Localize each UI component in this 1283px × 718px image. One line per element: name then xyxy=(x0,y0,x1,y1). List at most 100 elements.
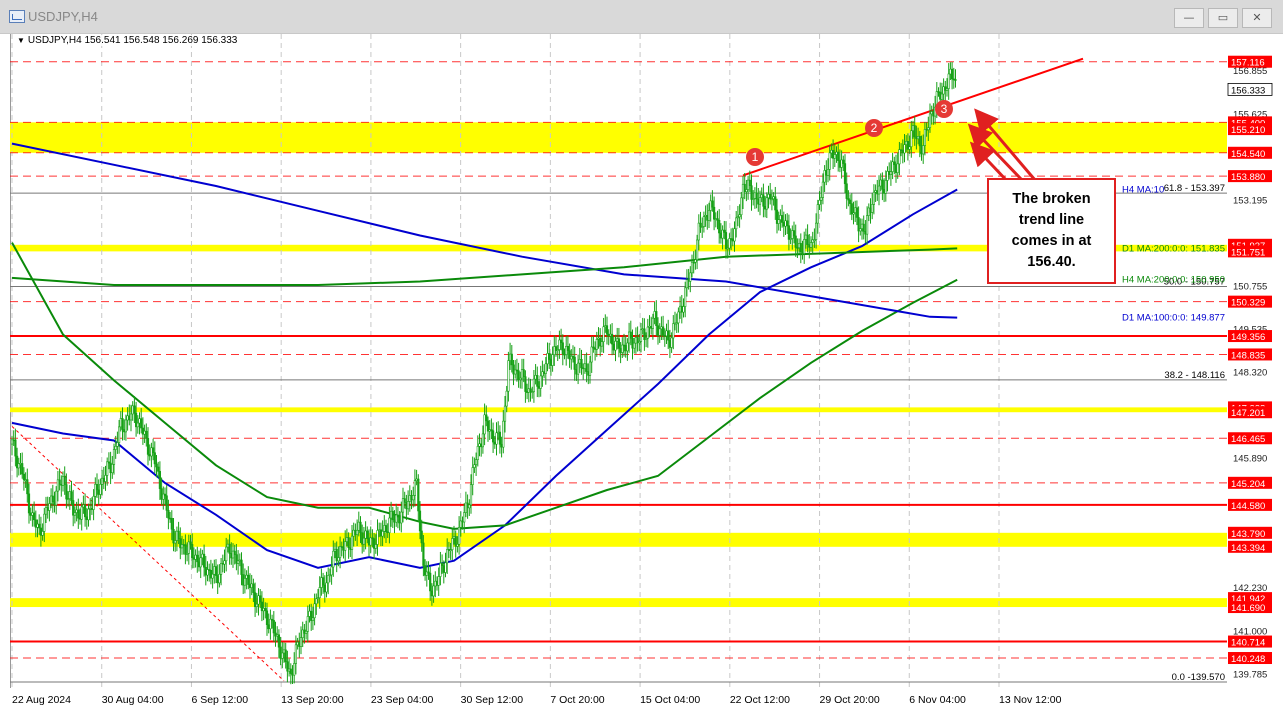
candle-body xyxy=(440,562,444,566)
candle-body xyxy=(325,582,328,593)
candle-body xyxy=(34,519,37,528)
candle-body xyxy=(150,447,153,457)
candle-body xyxy=(114,446,117,450)
candle-body xyxy=(306,616,309,632)
candle-body xyxy=(352,529,355,537)
candle-body xyxy=(639,329,643,342)
candle-body xyxy=(711,200,714,208)
candle-body xyxy=(622,344,626,347)
x-tick-label-3: 13 Sep 20:00 xyxy=(281,694,344,706)
price-tag-8: 149.356 xyxy=(1231,332,1265,343)
candle-body xyxy=(600,341,603,347)
candle-body xyxy=(123,429,126,433)
candle-body xyxy=(740,197,743,216)
candle-body xyxy=(209,570,213,579)
candle-body xyxy=(478,443,481,447)
candle-body xyxy=(463,512,466,523)
candle-body xyxy=(570,355,573,360)
candle-body xyxy=(371,537,374,540)
candle-body xyxy=(497,431,500,434)
candle-body xyxy=(704,215,707,217)
candle-body xyxy=(670,337,673,348)
candle-body xyxy=(568,350,571,360)
candle-body xyxy=(437,576,440,586)
candle-body xyxy=(145,430,148,439)
candle-body xyxy=(226,543,230,548)
candle-body xyxy=(427,571,430,574)
x-tick-label-5: 30 Sep 12:00 xyxy=(461,694,524,706)
candle-body xyxy=(116,442,119,447)
candle-body xyxy=(668,339,671,348)
candle-body xyxy=(89,507,92,510)
candle-body xyxy=(616,338,619,342)
candle-body xyxy=(442,565,445,573)
candle-body xyxy=(741,183,745,199)
candle-body xyxy=(378,529,381,532)
candle-body xyxy=(947,73,950,89)
candle-body xyxy=(772,196,775,200)
candle-body xyxy=(22,473,26,481)
candle-body xyxy=(182,544,185,546)
candle-body xyxy=(211,573,214,579)
candle-body xyxy=(850,203,853,215)
candle-body xyxy=(406,501,410,510)
candle-body xyxy=(225,546,228,562)
candle-body xyxy=(585,363,588,372)
candle-body xyxy=(495,432,498,445)
candle-body xyxy=(667,330,670,341)
candle-body xyxy=(376,530,379,545)
candle-body xyxy=(731,238,734,242)
candle-body xyxy=(199,557,202,568)
candle-body xyxy=(813,239,816,241)
candle-body xyxy=(699,222,702,227)
candle-body xyxy=(765,197,768,210)
candle-body xyxy=(395,514,398,523)
candle-body xyxy=(554,346,558,351)
candle-body xyxy=(107,461,110,464)
candle-body xyxy=(279,646,282,659)
candle-body xyxy=(140,418,143,429)
candle-body xyxy=(254,592,257,607)
candle-body xyxy=(106,461,109,476)
candle-body xyxy=(903,144,906,154)
candle-body xyxy=(248,584,252,588)
price-tag-2: 155.210 xyxy=(1231,125,1265,136)
candle-body xyxy=(660,326,663,330)
candle-body xyxy=(510,353,513,366)
candle-body xyxy=(546,353,549,365)
candle-body xyxy=(384,525,388,533)
candle-body xyxy=(461,520,464,523)
candle-body xyxy=(551,354,554,366)
candle-body xyxy=(82,504,85,508)
candle-body xyxy=(330,566,333,576)
candle-body xyxy=(864,231,867,235)
candle-body xyxy=(58,479,61,485)
candle-body xyxy=(898,149,901,165)
candle-body xyxy=(201,553,204,559)
candle-body xyxy=(787,225,790,240)
candle-body xyxy=(911,125,915,132)
candle-body xyxy=(857,217,860,232)
candle-body xyxy=(262,608,265,612)
x-tick-label-4: 23 Sep 04:00 xyxy=(371,694,434,706)
candle-body xyxy=(490,429,493,432)
candle-body xyxy=(48,503,51,511)
candle-body xyxy=(930,111,933,115)
candle-body xyxy=(906,141,909,150)
candle-body xyxy=(882,189,886,194)
candle-body xyxy=(916,136,920,140)
candle-body xyxy=(714,218,717,220)
candle-body xyxy=(338,546,342,558)
candle-body xyxy=(247,574,250,585)
candle-body xyxy=(153,452,156,465)
candle-body xyxy=(905,141,908,145)
marker-1: 1 xyxy=(746,148,764,166)
candle-body xyxy=(779,215,782,220)
candle-body xyxy=(369,537,372,546)
candle-body xyxy=(534,375,537,380)
candle-body xyxy=(723,229,726,233)
trend-line-callout: The broken trend line comes in at 156.40… xyxy=(987,178,1116,284)
candle-body xyxy=(259,595,262,603)
candle-body xyxy=(26,479,29,495)
dropdown-triangle-icon[interactable]: ▼ xyxy=(17,36,25,45)
